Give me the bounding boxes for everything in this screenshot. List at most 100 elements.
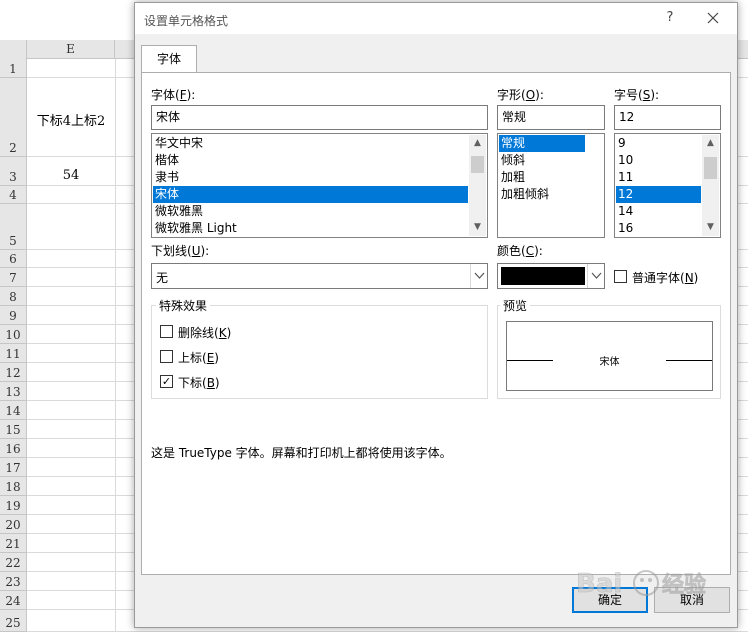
font-list-scrollbar[interactable]: ▲ ▼ [469,135,486,236]
dialog-title-bar[interactable]: 设置单元格格式 ? [135,3,737,34]
row-header[interactable]: 2 [0,78,27,157]
row-header[interactable]: 20 [0,515,27,534]
chevron-down-icon[interactable] [587,264,604,288]
font-list-item[interactable]: 宋体 [153,186,468,203]
row-number: 2 [9,141,17,155]
font-style-label: 字形(O): [497,88,544,102]
row-header[interactable]: 10 [0,325,27,344]
color-select[interactable] [497,263,605,289]
cell-e2[interactable]: 下标4上标2 [27,110,115,129]
row-header[interactable]: 24 [0,591,27,610]
row-number: 20 [5,518,21,532]
row-header[interactable]: 4 [0,186,27,204]
row-header[interactable]: 22 [0,553,27,572]
preview-group-title: 预览 [500,297,531,314]
font-style-list[interactable]: 常规 倾斜 加粗 加粗倾斜 [497,133,605,238]
tab-font[interactable]: 字体 [141,45,197,73]
row-header[interactable]: 12 [0,363,27,382]
row-number: 7 [9,271,17,285]
underline-value: 无 [156,271,169,285]
column-gridline [115,59,116,632]
chevron-down-icon[interactable] [470,264,487,288]
row-header[interactable]: 17 [0,458,27,477]
font-size-input[interactable]: 12 [614,105,721,130]
font-size-list[interactable]: 9 10 11 12 14 16 ▲ ▼ [614,133,721,238]
underline-select[interactable]: 无 [151,263,488,289]
color-swatch [501,267,585,285]
row-header[interactable]: 18 [0,477,27,496]
font-list[interactable]: 华文中宋 楷体 隶书 宋体 微软雅黑 微软雅黑 Light ▲ ▼ [151,133,488,238]
row-number: 1 [9,62,17,76]
row-header[interactable]: 23 [0,572,27,591]
font-style-list-item[interactable]: 加粗倾斜 [499,186,585,203]
strikethrough-checkbox[interactable] [160,325,173,338]
font-label: 字体(F): [151,88,196,102]
font-list-item[interactable]: 微软雅黑 [153,203,468,220]
row-number: 14 [5,404,21,418]
row-number: 16 [5,442,21,456]
row-number: 9 [9,309,17,323]
scroll-down-icon[interactable]: ▼ [469,219,486,236]
row-number: 21 [5,537,21,551]
row-header[interactable]: 15 [0,420,27,439]
row-number: 22 [5,556,21,570]
font-size-list-item[interactable]: 10 [616,152,701,169]
row-header[interactable]: 7 [0,268,27,287]
scroll-thumb[interactable] [471,156,484,173]
scroll-up-icon[interactable]: ▲ [469,135,486,152]
font-size-list-item[interactable]: 9 [616,135,701,152]
row-number: 12 [5,366,21,380]
font-size-scrollbar[interactable]: ▲ ▼ [702,135,719,236]
preview-box: 宋体 [506,321,713,391]
format-cells-dialog: 设置单元格格式 ? 字体 字体(F): 宋体 华文中宋 楷体 隶书 宋体 微软雅黑 微软雅… [134,2,738,628]
row-number: 24 [5,594,21,608]
font-list-item[interactable]: 微软雅黑 Light [153,220,468,237]
normal-font-checkbox[interactable] [614,270,627,283]
row-header[interactable]: 13 [0,382,27,401]
scroll-down-icon[interactable]: ▼ [702,219,719,236]
row-header[interactable]: 14 [0,401,27,420]
row-header[interactable]: 11 [0,344,27,363]
color-label: 颜色(C): [497,244,543,258]
row-header[interactable]: 3 [0,157,27,186]
row-header[interactable]: 5 [0,204,27,250]
font-size-list-item[interactable]: 14 [616,203,701,220]
row-header[interactable]: 6 [0,250,27,268]
row-header[interactable]: 16 [0,439,27,458]
select-all-corner[interactable] [0,40,27,59]
scroll-up-icon[interactable]: ▲ [702,135,719,152]
close-button[interactable] [702,7,724,29]
font-style-list-item[interactable]: 倾斜 [499,152,585,169]
row-number: 10 [5,328,21,342]
svg-text:Bai: Bai [576,569,622,599]
row-number: 23 [5,575,21,589]
font-input[interactable]: 宋体 [151,105,488,130]
effects-group-title: 特殊效果 [156,297,211,314]
row-header[interactable]: 19 [0,496,27,515]
font-size-list-item[interactable]: 11 [616,169,701,186]
cell-e3[interactable]: 54 [27,168,115,183]
font-size-list-item[interactable]: 16 [616,220,701,237]
subscript-checkbox[interactable]: ✓ [160,375,173,388]
subscript-label: 下标(B) [178,376,220,390]
font-style-input[interactable]: 常规 [497,105,605,130]
row-number: 4 [9,188,17,202]
row-number: 25 [5,616,21,630]
font-list-item[interactable]: 隶书 [153,169,468,186]
font-style-list-item[interactable]: 加粗 [499,169,585,186]
row-header[interactable]: 8 [0,287,27,306]
row-header[interactable]: 25 [0,610,27,632]
font-list-item[interactable]: 华文中宋 [153,135,468,152]
row-header[interactable]: 9 [0,306,27,325]
row-header[interactable]: 21 [0,534,27,553]
row-number: 8 [9,290,17,304]
help-button[interactable]: ? [663,10,677,25]
superscript-checkbox[interactable] [160,350,173,363]
font-style-list-item[interactable]: 常规 [499,135,585,152]
column-header-e[interactable]: E [27,40,115,59]
superscript-label: 上标(E) [178,351,219,365]
font-size-list-item[interactable]: 12 [616,186,701,203]
row-header[interactable]: 1 [0,59,27,78]
scroll-thumb[interactable] [704,157,717,179]
font-list-item[interactable]: 楷体 [153,152,468,169]
